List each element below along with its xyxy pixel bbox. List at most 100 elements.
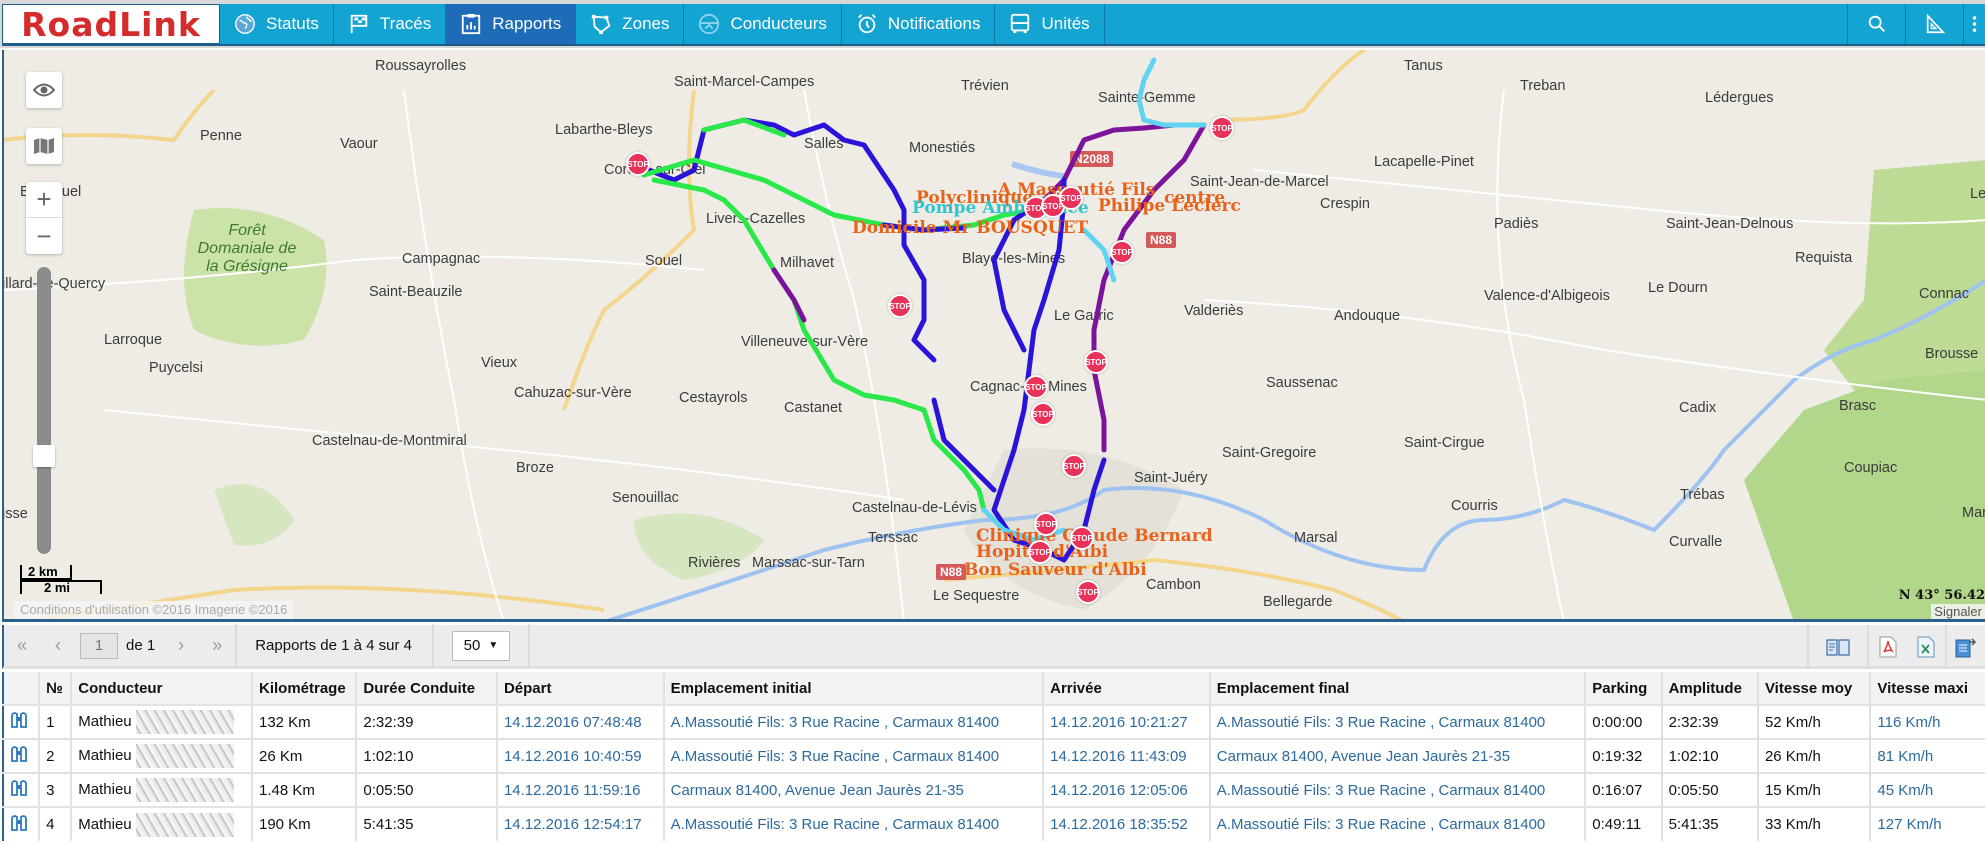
- report-error-link[interactable]: Signaler: [1931, 604, 1985, 619]
- stop-marker[interactable]: STOP: [1062, 454, 1086, 478]
- nav-conducteurs[interactable]: Conducteurs: [684, 4, 842, 44]
- place-label: Saussenac: [1266, 375, 1338, 391]
- cell-arrival[interactable]: 14.12.2016 11:43:09: [1043, 738, 1211, 773]
- stop-marker[interactable]: STOP: [1031, 402, 1055, 426]
- map-view[interactable]: Roussayrolles Saint-Marcel-Campes Trévie…: [2, 50, 1985, 622]
- stop-marker[interactable]: STOP: [1210, 116, 1234, 140]
- prev-page-button[interactable]: ‹: [40, 635, 76, 656]
- col-header-avg-speed[interactable]: Vitesse moy: [1757, 672, 1872, 705]
- col-header-end-location[interactable]: Emplacement final: [1209, 672, 1587, 705]
- nav-traces[interactable]: Tracés: [334, 4, 447, 44]
- place-label: Sainte-Gemme: [1098, 90, 1196, 106]
- col-header-driver[interactable]: Conducteur: [71, 672, 253, 705]
- cell-departure[interactable]: 14.12.2016 12:54:17: [496, 806, 665, 841]
- cell-max-speed[interactable]: 116 Km/h: [1870, 704, 1985, 739]
- cell-arrival[interactable]: 14.12.2016 10:21:27: [1043, 704, 1211, 739]
- export-pdf-button[interactable]: [1869, 625, 1907, 669]
- cell-arrival[interactable]: 14.12.2016 18:35:52: [1043, 806, 1211, 841]
- cell-max-speed[interactable]: 45 Km/h: [1870, 772, 1985, 807]
- excel-icon: [1917, 636, 1935, 658]
- nav-notifications[interactable]: Notifications: [842, 4, 996, 44]
- stop-marker[interactable]: STOP: [1034, 512, 1058, 536]
- table-row[interactable]: 2 Mathieu 26 Km 1:02:10 14.12.2016 10:40…: [3, 738, 1985, 773]
- place-label: Valence-d'Albigeois: [1484, 288, 1610, 304]
- next-page-button[interactable]: ›: [163, 635, 199, 656]
- nav-zones[interactable]: Zones: [576, 4, 685, 44]
- cell-max-speed[interactable]: 81 Km/h: [1870, 738, 1985, 773]
- cell-end-location[interactable]: Carmaux 81400, Avenue Jean Jaurès 21-35: [1209, 738, 1587, 773]
- nav-rapports[interactable]: Rapports: [446, 4, 577, 44]
- binoculars-icon[interactable]: [10, 779, 28, 797]
- cell-start-location[interactable]: Carmaux 81400, Avenue Jean Jaurès 21-35: [663, 772, 1045, 807]
- binoculars-icon[interactable]: [10, 711, 28, 729]
- place-label: Saint-Jean-Delnous: [1666, 216, 1794, 232]
- measure-button[interactable]: [1905, 4, 1963, 44]
- first-page-button[interactable]: «: [4, 635, 40, 656]
- cell-start-location[interactable]: A.Massoutié Fils: 3 Rue Racine , Carmaux…: [663, 806, 1045, 841]
- place-label: Vieux: [481, 355, 518, 371]
- table-row[interactable]: 1 Mathieu 132 Km 2:32:39 14.12.2016 07:4…: [3, 704, 1985, 739]
- table-row[interactable]: 4 Mathieu 190 Km 5:41:35 14.12.2016 12:5…: [3, 806, 1985, 841]
- cell-departure[interactable]: 14.12.2016 10:40:59: [496, 738, 665, 773]
- col-header-number[interactable]: №: [39, 672, 73, 705]
- visibility-button[interactable]: [26, 72, 62, 108]
- roadlink-logo[interactable]: RoadLink: [2, 4, 220, 44]
- stop-marker[interactable]: STOP: [1110, 240, 1134, 264]
- nav-statuts[interactable]: Statuts: [220, 4, 334, 44]
- view-details-button[interactable]: [1809, 625, 1867, 669]
- col-header-mileage[interactable]: Kilométrage: [251, 672, 358, 705]
- stop-marker[interactable]: STOP: [626, 152, 650, 176]
- export-report-button[interactable]: [1947, 625, 1985, 669]
- poi-label[interactable]: Bon Sauveur d'Albi: [964, 560, 1147, 580]
- stop-marker[interactable]: STOP: [1070, 526, 1094, 550]
- map-layers-button[interactable]: [26, 128, 62, 164]
- cell-end-location[interactable]: A.Massoutié Fils: 3 Rue Racine , Carmaux…: [1209, 806, 1587, 841]
- stop-marker[interactable]: STOP: [1059, 186, 1083, 210]
- zoom-slider-track[interactable]: [37, 267, 51, 554]
- cell-departure[interactable]: 14.12.2016 07:48:48: [496, 704, 665, 739]
- zoom-slider-handle[interactable]: [33, 445, 55, 468]
- nav-unites[interactable]: Unités: [995, 4, 1105, 44]
- binoculars-icon[interactable]: [10, 814, 28, 832]
- col-header-max-speed[interactable]: Vitesse maxi: [1870, 672, 1985, 705]
- table-row[interactable]: 3 Mathieu 1.48 Km 0:05:50 14.12.2016 11:…: [3, 772, 1985, 807]
- cell-arrival[interactable]: 14.12.2016 12:05:06: [1043, 772, 1211, 807]
- stop-marker[interactable]: STOP: [888, 294, 912, 318]
- poi-label[interactable]: Philipe Leclerc: [1098, 196, 1241, 216]
- page-number-input[interactable]: 1: [80, 632, 118, 659]
- col-header-parking[interactable]: Parking: [1585, 672, 1663, 705]
- stop-marker[interactable]: STOP: [1076, 580, 1100, 604]
- cell-end-location[interactable]: A.Massoutié Fils: 3 Rue Racine , Carmaux…: [1209, 772, 1587, 807]
- search-button[interactable]: [1847, 4, 1905, 44]
- stop-marker[interactable]: STOP: [1028, 540, 1052, 564]
- last-page-button[interactable]: »: [199, 635, 235, 656]
- stop-marker[interactable]: STOP: [1024, 375, 1048, 399]
- cell-start-location[interactable]: A.Massoutié Fils: 3 Rue Racine , Carmaux…: [663, 704, 1045, 739]
- binoculars-icon[interactable]: [10, 745, 28, 763]
- col-header-start-location[interactable]: Emplacement initial: [663, 672, 1045, 705]
- place-label: Livers-Cazelles: [706, 211, 806, 227]
- stop-marker[interactable]: STOP: [1084, 350, 1108, 374]
- cell-max-speed[interactable]: 127 Km/h: [1870, 806, 1985, 841]
- poi-label[interactable]: Domicile Mr BOUSQUET: [852, 218, 1088, 238]
- more-button[interactable]: [1963, 4, 1985, 44]
- cell-departure[interactable]: 14.12.2016 11:59:16: [496, 772, 665, 807]
- map-attribution[interactable]: Conditions d'utilisation ©2016 Imagerie …: [14, 601, 294, 619]
- nav-label: Rapports: [492, 14, 562, 33]
- place-label: Labarthe-Bleys: [555, 122, 653, 138]
- col-header-driving-time[interactable]: Durée Conduite: [356, 672, 498, 705]
- cell-end-location[interactable]: A.Massoutié Fils: 3 Rue Racine , Carmaux…: [1209, 704, 1587, 739]
- cell-start-location[interactable]: A.Massoutié Fils: 3 Rue Racine , Carmaux…: [663, 738, 1045, 773]
- place-label: Campagnac: [402, 251, 481, 267]
- export-excel-button[interactable]: [1907, 625, 1945, 669]
- cell-driver: Mathieu: [71, 806, 253, 841]
- globe-icon: [235, 14, 255, 34]
- col-header-arrival[interactable]: Arrivée: [1043, 672, 1211, 705]
- forest-label: Forêt Domaniale de la Grésigne: [197, 222, 297, 275]
- page-size-value: 50: [463, 637, 481, 654]
- col-header-departure[interactable]: Départ: [496, 672, 665, 705]
- page-size-select[interactable]: 50 ▼: [451, 630, 510, 661]
- zoom-out-button[interactable]: −: [26, 218, 62, 254]
- col-header-amplitude[interactable]: Amplitude: [1661, 672, 1759, 705]
- zoom-in-button[interactable]: +: [26, 182, 62, 218]
